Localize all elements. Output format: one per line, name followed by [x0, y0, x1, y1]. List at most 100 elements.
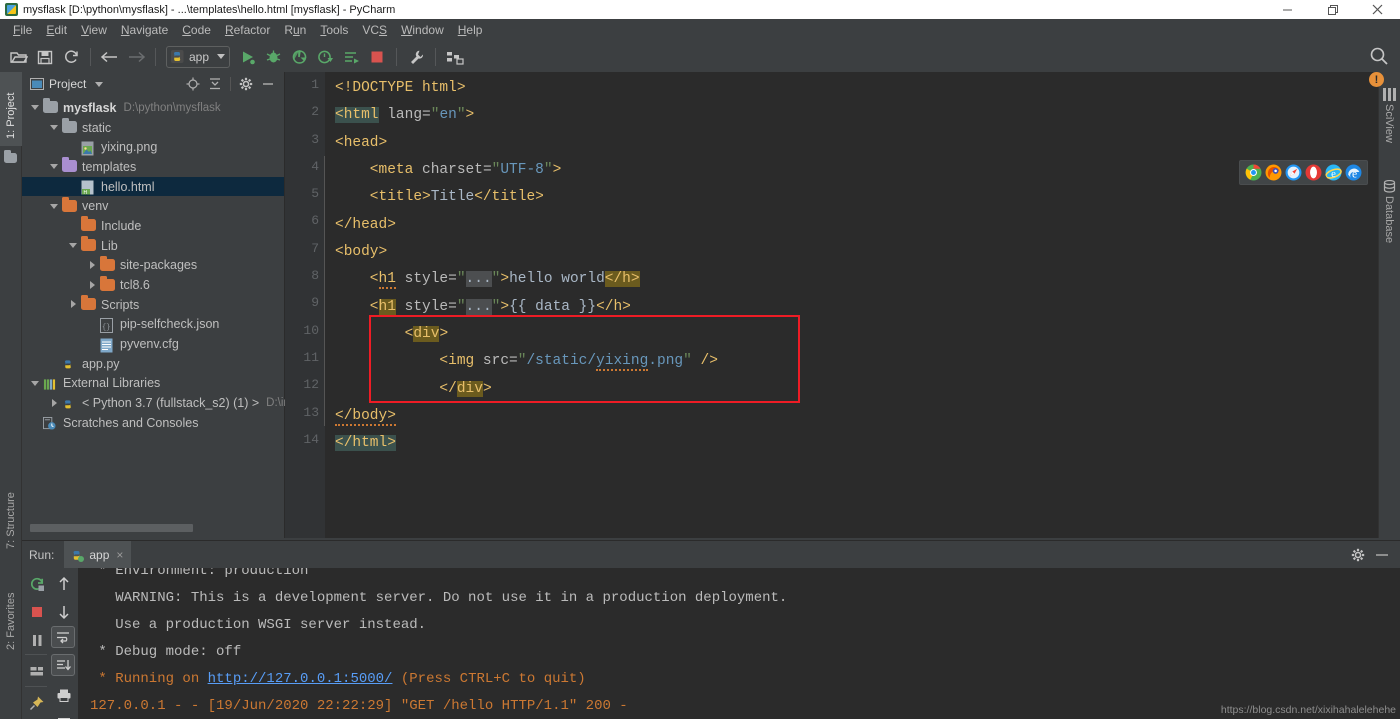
- tree-item-python-3-7-fullstack-s2-1[interactable]: < Python 3.7 (fullstack_s2) (1) > D:\in: [22, 393, 290, 413]
- tree-item-templates[interactable]: templates: [22, 157, 284, 177]
- sidebar-item-project[interactable]: 1: Project: [0, 72, 22, 146]
- folder-orange-icon: [81, 295, 97, 312]
- safari-icon[interactable]: [1285, 164, 1302, 181]
- chevron-right-icon[interactable]: [87, 280, 98, 291]
- opera-icon[interactable]: [1305, 164, 1322, 181]
- close-button[interactable]: [1355, 0, 1400, 19]
- menu-edit[interactable]: Edit: [39, 21, 74, 39]
- run-icon[interactable]: [234, 44, 260, 70]
- server-url-link[interactable]: http://127.0.0.1:5000/: [208, 671, 393, 687]
- ie-icon[interactable]: e: [1325, 164, 1342, 181]
- tree-item-static[interactable]: static: [22, 118, 284, 138]
- pin-tab-icon[interactable]: [23, 690, 51, 716]
- run-with-console-icon[interactable]: [338, 44, 364, 70]
- rerun-icon[interactable]: [23, 571, 51, 597]
- chrome-icon[interactable]: [1245, 164, 1262, 181]
- chevron-down-icon[interactable]: [30, 102, 41, 113]
- chevron-down-icon[interactable]: [95, 81, 104, 87]
- chevron-right-icon[interactable]: [49, 398, 60, 409]
- code-text-area[interactable]: <!DOCTYPE html> <html lang="en"> <head> …: [325, 72, 1400, 538]
- print-layout-icon[interactable]: [23, 658, 51, 684]
- menu-view[interactable]: View: [74, 21, 114, 39]
- locate-target-icon[interactable]: [183, 74, 203, 94]
- tree-item-mysflask[interactable]: mysflask D:\python\mysflask: [22, 98, 284, 118]
- minimize-button[interactable]: [1265, 0, 1310, 19]
- collapse-all-icon[interactable]: [205, 74, 225, 94]
- edge-icon[interactable]: e: [1345, 164, 1362, 181]
- tree-item-lib[interactable]: Lib: [22, 236, 284, 256]
- menu-run[interactable]: Run: [277, 21, 313, 39]
- save-all-icon[interactable]: [32, 44, 58, 70]
- tree-item-scratches-and-consoles[interactable]: Scratches and Consoles: [22, 413, 284, 433]
- tree-item-label: Lib: [101, 238, 118, 253]
- menu-refactor[interactable]: Refactor: [218, 21, 277, 39]
- project-file-tree[interactable]: mysflask D:\python\mysflask static yixing.p…: [22, 96, 290, 433]
- scroll-up-icon[interactable]: [50, 571, 78, 597]
- navigate-forward-icon[interactable]: [123, 44, 149, 70]
- hide-minimize-icon[interactable]: [1372, 545, 1392, 565]
- tree-item-pip-selfcheck-json[interactable]: {} pip-selfcheck.json: [22, 315, 284, 335]
- sidebar-item-structure[interactable]: 7: Structure: [0, 460, 22, 553]
- close-icon[interactable]: ×: [116, 548, 123, 562]
- tree-item-app-py[interactable]: app.py: [22, 354, 284, 374]
- chevron-right-icon[interactable]: [68, 299, 79, 310]
- search-icon[interactable]: [1366, 43, 1392, 69]
- menu-help[interactable]: Help: [451, 21, 490, 39]
- stop-icon[interactable]: [23, 599, 51, 625]
- open-in-browser-popup[interactable]: e e: [1239, 160, 1368, 185]
- tree-item-pyvenv-cfg[interactable]: pyvenv.cfg: [22, 334, 284, 354]
- sidebar-item-favorites[interactable]: 2: Favorites: [0, 558, 22, 654]
- maximize-restore-button[interactable]: [1310, 0, 1355, 19]
- stop-icon[interactable]: [364, 44, 390, 70]
- settings-gear-icon[interactable]: [1348, 545, 1368, 565]
- tree-item-include[interactable]: Include: [22, 216, 284, 236]
- scroll-to-end-icon[interactable]: [51, 654, 75, 676]
- run-coverage-icon[interactable]: [286, 44, 312, 70]
- settings-gear-icon[interactable]: [236, 74, 256, 94]
- code-editor[interactable]: 1 2 3 4 5 6 7 8 9 10 11 12 13 14 <!DOCTY…: [285, 72, 1400, 538]
- tree-item-tcl8-6[interactable]: tcl8.6: [22, 275, 284, 295]
- menu-window[interactable]: Window: [394, 21, 451, 39]
- run-console-output[interactable]: * Environment: production WARNING: This …: [78, 568, 1400, 719]
- tree-item-site-packages[interactable]: site-packages: [22, 255, 284, 276]
- menu-navigate[interactable]: Navigate: [114, 21, 175, 39]
- structure-tool-icon[interactable]: [442, 44, 468, 70]
- chevron-down-icon[interactable]: [217, 54, 226, 59]
- scroll-down-icon[interactable]: [50, 599, 78, 625]
- print-icon[interactable]: [50, 682, 78, 708]
- open-folder-icon[interactable]: [6, 44, 32, 70]
- sync-refresh-icon[interactable]: [58, 44, 84, 70]
- chevron-down-icon[interactable]: [49, 201, 60, 212]
- menu-tools[interactable]: Tools: [313, 21, 355, 39]
- hide-minimize-icon[interactable]: [258, 74, 278, 94]
- scrollbar-thumb[interactable]: [30, 524, 193, 532]
- soft-wrap-icon[interactable]: [51, 626, 75, 648]
- tree-item-hello-html[interactable]: Hhello.html: [22, 176, 284, 197]
- sidebar-item-database[interactable]: Database: [1378, 196, 1400, 272]
- menu-file[interactable]: File: [6, 21, 39, 39]
- settings-wrench-icon[interactable]: [403, 44, 429, 70]
- run-tab-app[interactable]: app ×: [64, 541, 132, 568]
- chevron-down-icon[interactable]: [49, 122, 60, 133]
- debug-icon[interactable]: [260, 44, 286, 70]
- tree-item-yixing-png[interactable]: yixing.png: [22, 137, 284, 157]
- run-configuration-selector[interactable]: app: [166, 45, 231, 68]
- chevron-down-icon[interactable]: [49, 161, 60, 172]
- toolbar-separator-4: [435, 47, 437, 66]
- menu-vcs[interactable]: VCS: [355, 21, 394, 39]
- profile-icon[interactable]: [312, 44, 338, 70]
- firefox-icon[interactable]: [1265, 164, 1282, 181]
- chevron-right-icon[interactable]: [87, 260, 98, 271]
- pause-icon[interactable]: [23, 627, 51, 653]
- sidebar-item-sciview[interactable]: SciView: [1378, 104, 1400, 170]
- project-horizontal-scrollbar[interactable]: [30, 524, 277, 532]
- tree-item-venv[interactable]: venv: [22, 196, 284, 216]
- navigate-back-icon[interactable]: [97, 44, 123, 70]
- chevron-down-icon[interactable]: [30, 378, 41, 389]
- clear-all-icon[interactable]: [50, 708, 78, 719]
- menu-code[interactable]: Code: [175, 21, 218, 39]
- inspection-warning-badge[interactable]: !: [1369, 72, 1384, 87]
- tree-item-scripts[interactable]: Scripts: [22, 295, 284, 315]
- chevron-down-icon[interactable]: [68, 240, 79, 251]
- tree-item-external-libraries[interactable]: External Libraries: [22, 374, 284, 394]
